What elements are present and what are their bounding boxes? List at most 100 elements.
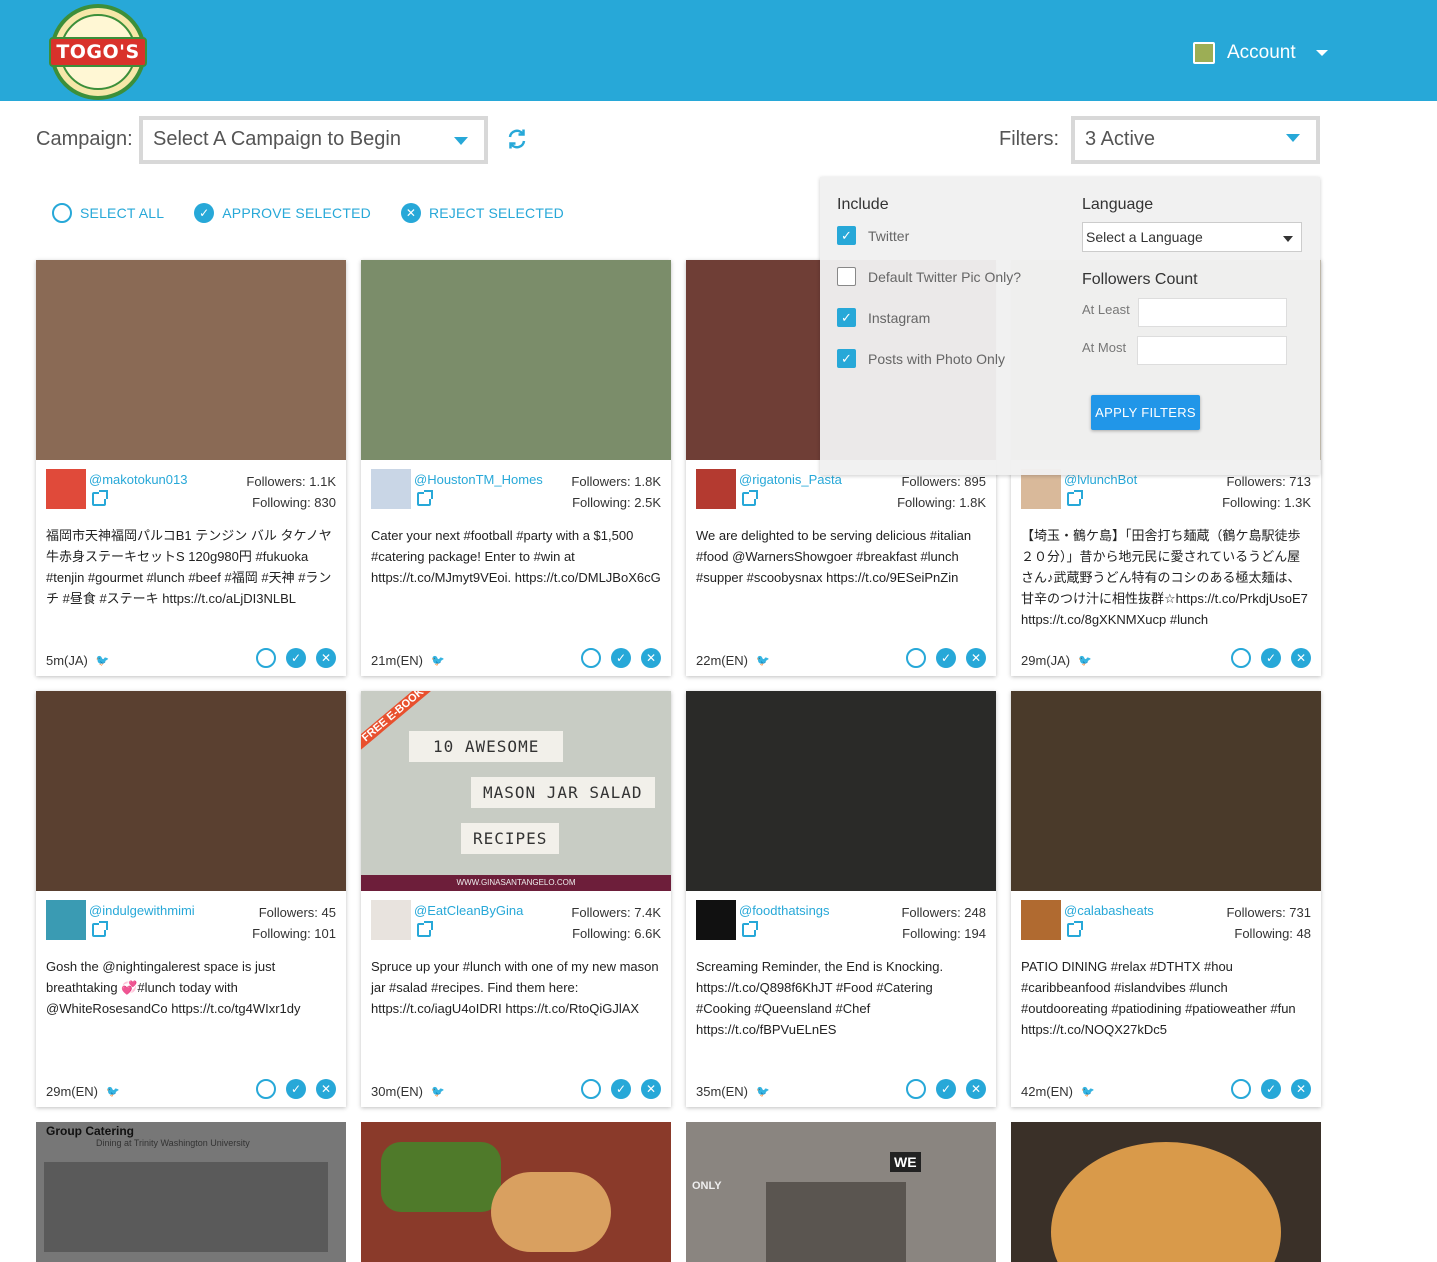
reject-x-icon[interactable]: ✕	[316, 1079, 336, 1099]
post-text: We are delighted to be serving delicious…	[696, 528, 972, 585]
circle-icon	[52, 203, 72, 223]
author-handle-link[interactable]: @EatCleanByGina	[414, 903, 523, 918]
external-link-icon[interactable]	[742, 490, 758, 506]
select-circle-icon[interactable]	[581, 1079, 601, 1099]
external-link-icon[interactable]	[1067, 490, 1083, 506]
select-circle-icon[interactable]	[906, 1079, 926, 1099]
approve-check-icon[interactable]: ✓	[611, 1079, 631, 1099]
post-card[interactable]: FREE E-BOOK 10 AWESOME MASON JAR SALAD R…	[361, 691, 671, 1107]
author-avatar[interactable]	[371, 900, 411, 940]
post-photo[interactable]	[1011, 691, 1321, 891]
select-circle-icon[interactable]	[1231, 648, 1251, 668]
external-link-icon[interactable]	[742, 921, 758, 937]
post-text: 【埼玉・鶴ケ島】「田舎打ち麺蔵（鶴ケ島駅徒歩２０分）」昔から地元民に愛されている…	[1021, 528, 1308, 627]
twitter-bird-icon: 🐦	[95, 655, 110, 667]
followers-count: Followers: 45	[258, 905, 336, 920]
select-circle-icon[interactable]	[581, 648, 601, 668]
approve-selected-button[interactable]: ✓ APPROVE SELECTED	[194, 203, 371, 223]
select-all-button[interactable]: SELECT ALL	[52, 203, 164, 223]
post-actions: ✓ ✕	[1231, 648, 1311, 668]
top-bar: TOGO'S Account	[0, 0, 1437, 101]
twitter-bird-icon: 🐦	[431, 655, 445, 667]
reject-x-icon[interactable]: ✕	[966, 1079, 986, 1099]
reject-x-icon[interactable]: ✕	[1291, 1079, 1311, 1099]
select-circle-icon[interactable]	[256, 1079, 276, 1099]
approve-check-icon[interactable]: ✓	[936, 1079, 956, 1099]
author-handle-link[interactable]: @makotokun013	[89, 472, 187, 487]
post-actions: ✓ ✕	[256, 1079, 336, 1099]
filters-select[interactable]: 3 Active	[1071, 116, 1320, 164]
external-link-icon[interactable]	[92, 921, 108, 937]
chevron-down-icon	[1283, 236, 1293, 242]
select-circle-icon[interactable]	[906, 648, 926, 668]
checkbox-checked-icon: ✓	[837, 226, 856, 245]
reject-x-icon[interactable]: ✕	[966, 648, 986, 668]
post-photo[interactable]	[36, 691, 346, 891]
select-circle-icon[interactable]	[256, 648, 276, 668]
approve-check-icon[interactable]: ✓	[611, 648, 631, 668]
author-avatar[interactable]	[46, 900, 86, 940]
filter-option-label: Posts with Photo Only	[868, 350, 1005, 367]
author-avatar[interactable]	[1021, 900, 1061, 940]
external-link-icon[interactable]	[417, 921, 433, 937]
bulk-actions: SELECT ALL ✓ APPROVE SELECTED ✕ REJECT S…	[52, 203, 564, 223]
post-text: 福岡市天神福岡パルコB1 テンジン バル タケノヤ 牛赤身ステーキセットS 12…	[46, 528, 332, 606]
author-handle-link[interactable]: @calabasheats	[1064, 903, 1154, 918]
author-handle-link[interactable]: @foodthatsings	[739, 903, 830, 918]
external-link-icon[interactable]	[92, 490, 108, 506]
post-card[interactable]: @indulgewithmimi Followers: 45 Following…	[36, 691, 346, 1107]
approve-check-icon[interactable]: ✓	[286, 648, 306, 668]
logo-wordmark: TOGO'S	[49, 37, 147, 67]
reject-x-icon[interactable]: ✕	[1291, 648, 1311, 668]
filter-option-instagram[interactable]: ✓ Instagram	[837, 308, 930, 327]
post-card[interactable]: @HoustonTM_Homes Followers: 1.8K Followi…	[361, 260, 671, 676]
at-most-input[interactable]	[1137, 336, 1287, 365]
author-avatar[interactable]	[46, 469, 86, 509]
approve-check-icon[interactable]: ✓	[286, 1079, 306, 1099]
filter-option-label: Twitter	[868, 227, 910, 244]
post-photo[interactable]	[361, 260, 671, 460]
post-card[interactable]: @foodthatsings Followers: 248 Following:…	[686, 691, 996, 1107]
post-photo[interactable]	[36, 260, 346, 460]
at-least-input[interactable]	[1138, 298, 1287, 327]
author-avatar[interactable]	[696, 469, 736, 509]
author-handle-link[interactable]: @indulgewithmimi	[89, 903, 195, 918]
post-photo[interactable]	[686, 691, 996, 891]
author-avatar[interactable]	[1021, 469, 1061, 509]
reject-x-icon[interactable]: ✕	[316, 648, 336, 668]
approve-check-icon[interactable]: ✓	[936, 648, 956, 668]
reject-x-icon[interactable]: ✕	[641, 1079, 661, 1099]
approve-check-icon[interactable]: ✓	[1261, 648, 1281, 668]
togos-logo[interactable]: TOGO'S	[49, 4, 147, 100]
reject-selected-button[interactable]: ✕ REJECT SELECTED	[400, 203, 564, 223]
filter-option-default-pic[interactable]: Default Twitter Pic Only?	[837, 267, 1021, 286]
campaign-select[interactable]: Select A Campaign to Begin	[139, 116, 488, 164]
filter-option-photo-only[interactable]: ✓ Posts with Photo Only	[837, 349, 1005, 368]
post-card[interactable]: @makotokun013 Followers: 1.1K Following:…	[36, 260, 346, 676]
filters-select-value: 3 Active	[1085, 128, 1156, 150]
external-link-icon[interactable]	[417, 490, 433, 506]
post-photo[interactable]: FREE E-BOOK 10 AWESOME MASON JAR SALAD R…	[361, 691, 671, 891]
author-stats: Followers: 895 Following: 1.8K	[897, 471, 986, 513]
campaign-select-value: Select A Campaign to Begin	[153, 128, 401, 150]
post-time-lang: 22m(EN)	[696, 653, 749, 668]
apply-filters-button[interactable]: APPLY FILTERS	[1091, 395, 1200, 430]
select-circle-icon[interactable]	[1231, 1079, 1251, 1099]
refresh-icon[interactable]	[506, 128, 528, 150]
external-link-icon[interactable]	[1067, 921, 1083, 937]
approve-check-icon[interactable]: ✓	[1261, 1079, 1281, 1099]
author-avatar[interactable]	[696, 900, 736, 940]
post-card[interactable]: @calabasheats Followers: 731 Following: …	[1011, 691, 1321, 1107]
author-avatar[interactable]	[371, 469, 411, 509]
reject-x-icon[interactable]: ✕	[641, 648, 661, 668]
post-text: Screaming Reminder, the End is Knocking.…	[696, 959, 944, 1037]
author-handle-link[interactable]: @HoustonTM_Homes	[414, 472, 543, 487]
followers-count-heading: Followers Count	[1082, 271, 1198, 288]
language-select[interactable]: Select a Language	[1082, 222, 1302, 252]
author-stats: Followers: 731 Following: 48	[1226, 902, 1311, 944]
account-menu[interactable]: Account	[1193, 42, 1328, 64]
twitter-bird-icon: 🐦	[106, 1086, 120, 1098]
following-count: Following: 194	[902, 926, 986, 941]
filter-option-twitter[interactable]: ✓ Twitter	[837, 226, 909, 245]
include-heading: Include	[837, 196, 889, 213]
